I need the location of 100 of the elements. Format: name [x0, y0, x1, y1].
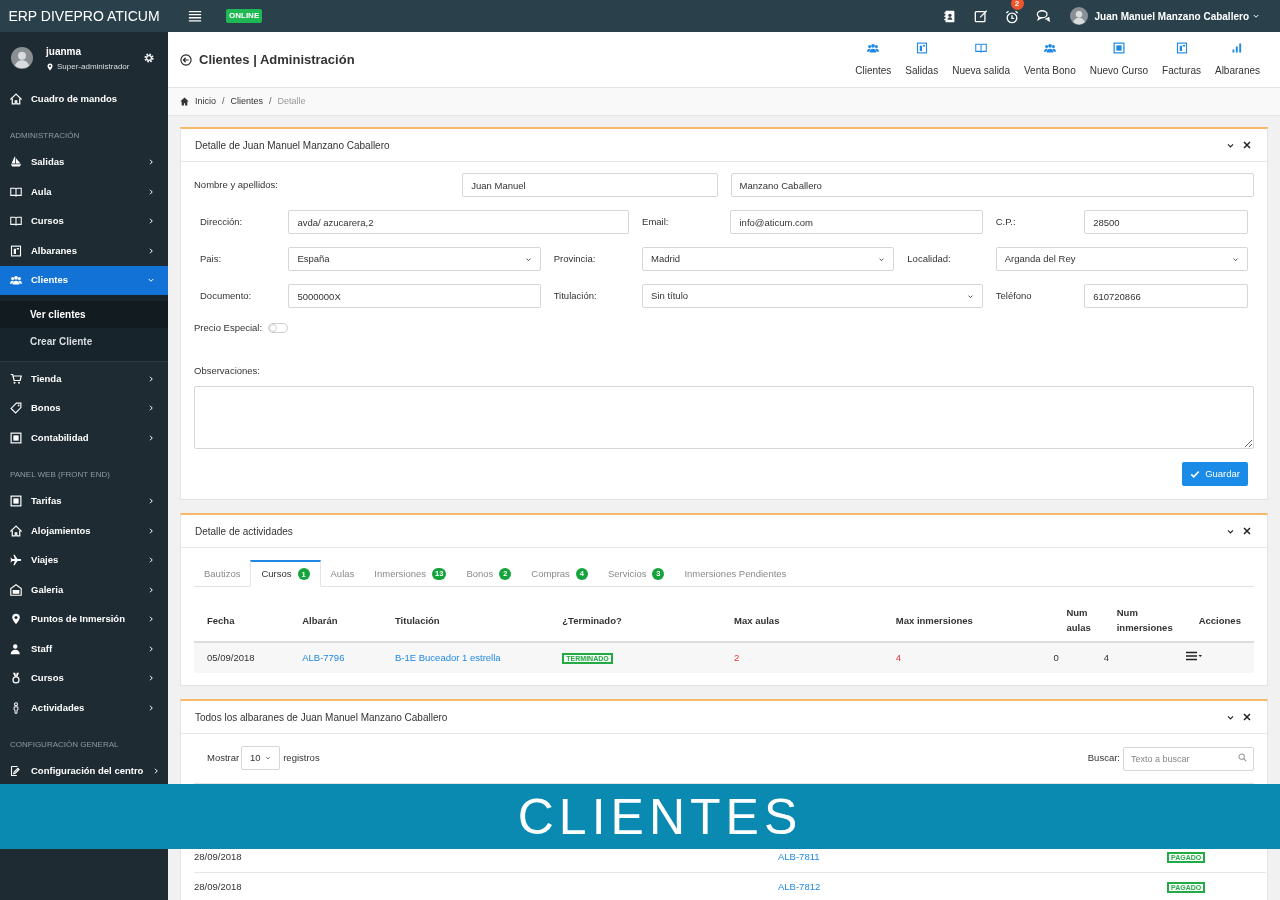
plane-icon	[10, 554, 22, 567]
field-label: Nombre y apellidos:	[194, 177, 278, 192]
column-header: Max inmersiones	[882, 599, 1054, 643]
submenu-item[interactable]: Crear Cliente	[0, 328, 168, 355]
chevron-right-icon	[147, 374, 155, 383]
sidebar-item[interactable]: Salidas	[0, 147, 168, 177]
notes-field[interactable]	[194, 386, 1254, 450]
field-label: Mostrar	[207, 751, 240, 766]
table-cell: 28/09/2018	[194, 842, 778, 873]
page-title: Clientes | Administración	[199, 50, 356, 69]
brand-title: ERP DIVEPRO ATICUM	[8, 6, 160, 26]
breadcrumb-link[interactable]: Clientes	[230, 94, 264, 109]
check-icon	[1190, 469, 1201, 480]
input-field[interactable]: 610720866	[1084, 284, 1248, 308]
alarm-button[interactable]	[1004, 9, 1021, 25]
select-field[interactable]: Arganda del Rey	[995, 247, 1248, 271]
toolbar-button[interactable]: Clientes	[855, 41, 892, 78]
table-cell: 4	[882, 642, 1054, 674]
avatar-icon	[11, 47, 33, 69]
save-button[interactable]: Guardar	[1182, 462, 1248, 487]
select-field[interactable]: España	[288, 247, 541, 271]
chat-button[interactable]	[1035, 8, 1052, 24]
sidebar-item[interactable]: Alojamientos	[0, 516, 168, 546]
sidebar-item[interactable]: Galeria	[0, 575, 168, 605]
location-pin-icon	[10, 613, 22, 626]
sidebar-item[interactable]: Staff	[0, 634, 168, 664]
menu-icon	[188, 9, 202, 23]
sidebar-item[interactable]: Contabilidad	[0, 423, 168, 453]
table-link[interactable]: ALB-7812	[778, 881, 821, 893]
breadcrumb-separator: /	[269, 94, 272, 108]
sidebar-item[interactable]: Aula	[0, 177, 168, 207]
tab[interactable]: Aulas	[320, 560, 365, 588]
submenu-item[interactable]: Ver clientes	[0, 301, 168, 328]
sidebar-item[interactable]: Puntos de Inmersión	[0, 604, 168, 634]
actions-button[interactable]	[1185, 651, 1202, 662]
field-label: Documento:	[200, 288, 252, 303]
input-field[interactable]: 28500	[1084, 210, 1248, 234]
user-menu[interactable]: Juan Manuel Manzano Caballero	[1094, 8, 1260, 24]
menu-button[interactable]	[188, 8, 204, 24]
tab[interactable]: Bautizos	[194, 560, 251, 588]
toggle-switch[interactable]	[268, 323, 289, 334]
chevron-right-icon	[147, 404, 155, 413]
sidebar-item[interactable]: Bonos	[0, 393, 168, 423]
sidebar-item[interactable]: Clientes	[0, 265, 168, 295]
chevron-right-icon	[147, 433, 155, 442]
sidebar-item[interactable]: Cursos	[0, 206, 168, 236]
section-heading: ADMINISTRACIÓN	[10, 129, 80, 142]
field-label: C.P.:	[995, 214, 1016, 229]
toolbar-button[interactable]: Albaranes	[1214, 41, 1260, 78]
close-button[interactable]	[1243, 526, 1253, 537]
input-field[interactable]: avda/ azucarera,2	[288, 210, 630, 234]
chevron-right-icon	[147, 217, 155, 226]
back-button[interactable]	[180, 53, 192, 66]
table-cell: 0	[1053, 642, 1104, 674]
sidebar-item[interactable]: Albaranes	[0, 236, 168, 266]
field-label: Observaciones:	[194, 365, 260, 377]
chevron-right-icon	[147, 246, 155, 255]
edit-icon	[10, 765, 22, 778]
toolbar-button[interactable]: Salidas	[905, 41, 939, 78]
sailboat-icon	[10, 156, 22, 169]
settings-button[interactable]	[143, 52, 155, 64]
select-field[interactable]: Sin título	[642, 284, 983, 308]
toolbar-button[interactable]: Venta Bono	[1024, 41, 1076, 78]
sidebar-item[interactable]: Viajes	[0, 545, 168, 575]
cart-icon	[10, 372, 22, 385]
input-field[interactable]: Manzano Caballero	[730, 173, 1254, 197]
home-icon	[10, 524, 22, 537]
close-button[interactable]	[1243, 712, 1253, 723]
search-icon	[1238, 753, 1247, 763]
user-role: Super-administrador	[57, 60, 130, 73]
ledger-icon	[10, 495, 22, 508]
toolbar-button[interactable]: Nueva salida	[952, 41, 1010, 78]
toolbar-button[interactable]: Nuevo Curso	[1089, 41, 1149, 78]
input-field[interactable]: info@aticum.com	[730, 210, 983, 234]
edit-button[interactable]	[973, 8, 990, 24]
search-field[interactable]: Texto a buscar	[1123, 747, 1254, 772]
edit-icon	[973, 9, 988, 23]
table-link[interactable]: ALB-7811	[778, 850, 820, 862]
input-field[interactable]: Juan Manuel	[462, 173, 718, 197]
select-field[interactable]: Madrid	[642, 247, 895, 271]
sidebar-item[interactable]: Actividades	[0, 693, 168, 723]
field-label: Provincia:	[553, 251, 596, 266]
input-field[interactable]: 5000000X	[288, 284, 541, 308]
sidebar-item[interactable]: Cursos	[0, 663, 168, 693]
table-link[interactable]: ALB-7796	[302, 652, 345, 664]
ledger-icon	[10, 431, 22, 444]
sidebar-item[interactable]: Cuadro de mandos	[0, 84, 168, 114]
close-icon	[1243, 141, 1251, 149]
toolbar-button[interactable]: Facturas	[1162, 41, 1201, 78]
column-header: Num aulas	[1053, 599, 1104, 643]
sidebar-item[interactable]: Configuración del centro	[0, 756, 168, 786]
close-button[interactable]	[1243, 140, 1253, 150]
page-size-select[interactable]: 10	[241, 746, 281, 771]
tab[interactable]: Inmersiones Pendientes	[674, 560, 797, 588]
banner-title: CLIENTES	[517, 791, 803, 842]
breadcrumb-link[interactable]: Inicio	[195, 94, 216, 109]
sidebar-item[interactable]: Tarifas	[0, 486, 168, 516]
table-link[interactable]: B-1E Buceador 1 estrella	[394, 652, 501, 664]
users-icon	[867, 41, 880, 54]
sidebar-item[interactable]: Tienda	[0, 364, 168, 394]
